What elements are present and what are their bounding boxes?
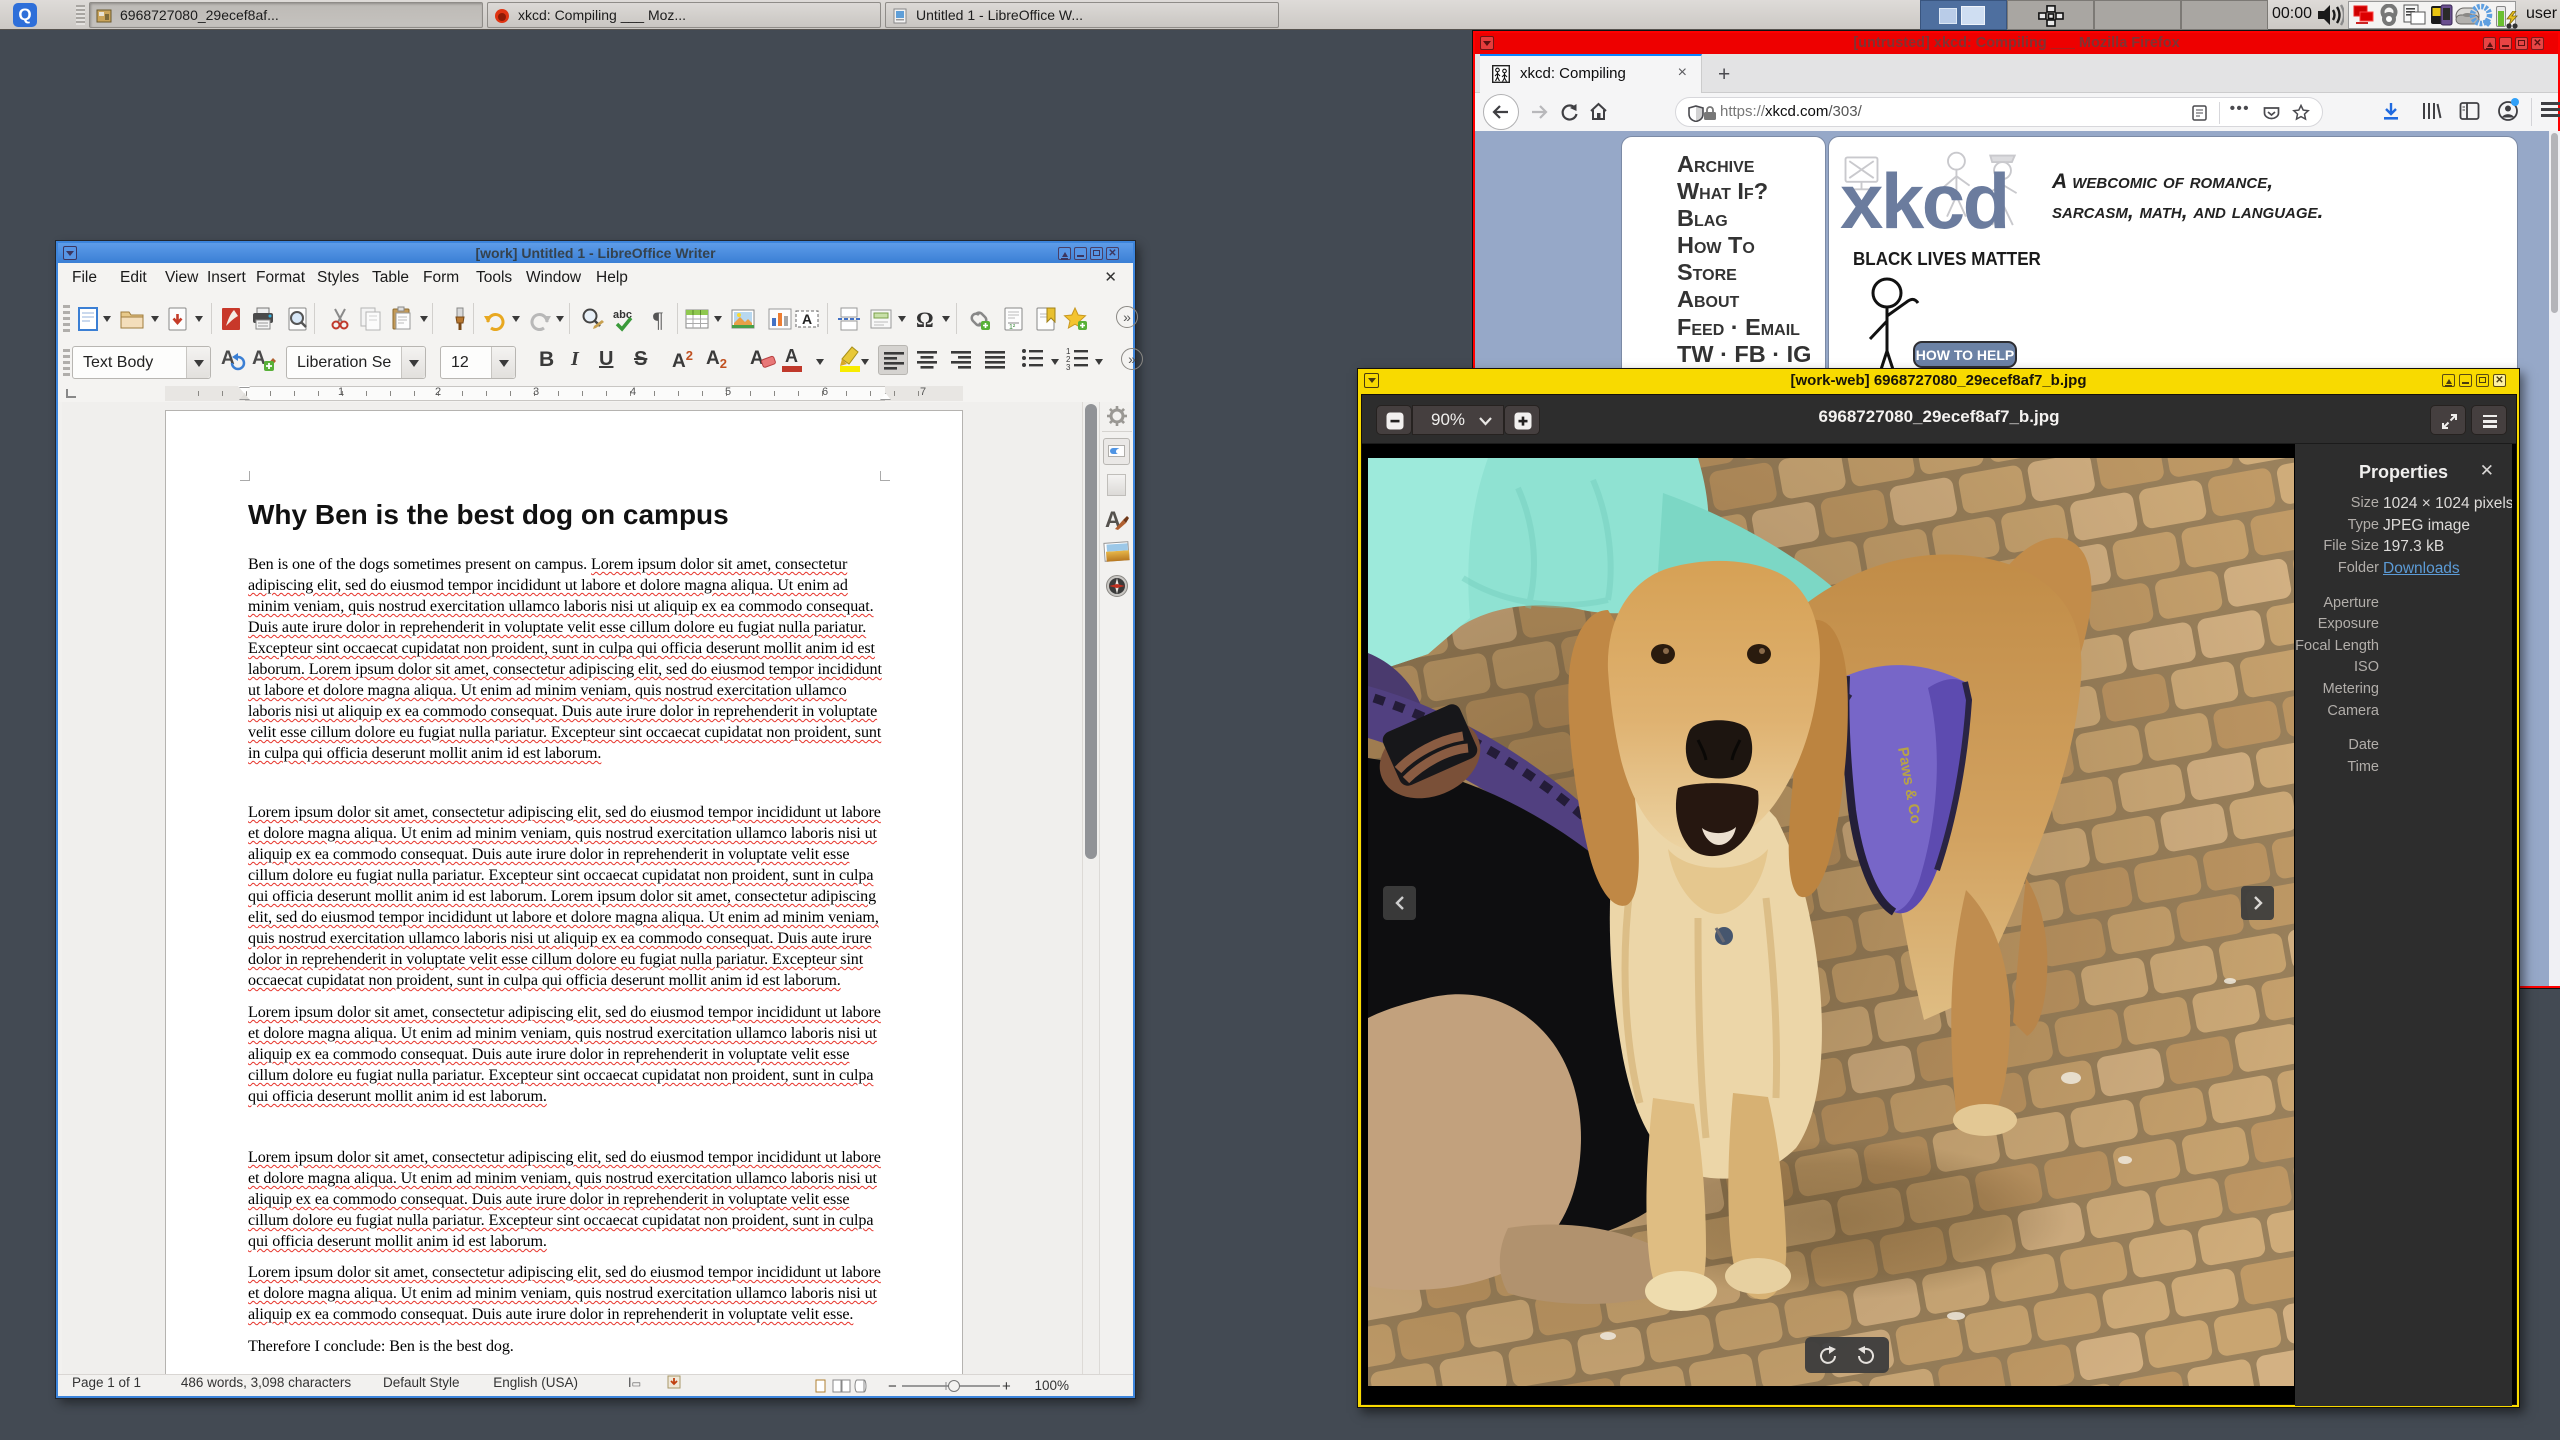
svg-text:1²: 1² [1009, 324, 1016, 331]
svg-text:A: A [252, 348, 266, 369]
svg-text:¶: ¶ [653, 307, 663, 332]
svg-text:3: 3 [1066, 363, 1071, 371]
svg-text:+: + [1002, 1378, 1011, 1394]
svg-text:xkcd: xkcd [1840, 157, 2008, 245]
svg-text:Ω: Ω [916, 307, 934, 332]
svg-text:A: A [802, 311, 812, 327]
svg-text:−: − [888, 1378, 897, 1394]
